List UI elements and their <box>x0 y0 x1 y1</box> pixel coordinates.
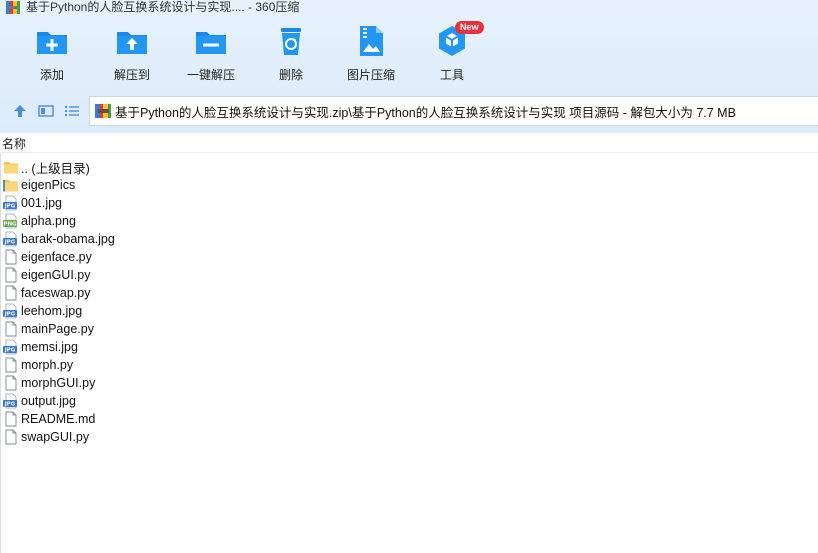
extract-to-label: 解压到 <box>113 68 150 82</box>
add-label: 添加 <box>39 68 64 82</box>
list-item[interactable]: eigenPics <box>0 176 818 194</box>
image-file-icon <box>360 26 383 56</box>
list-item[interactable]: JPG barak-obama.jpg <box>0 230 818 248</box>
list-item-name: README.md <box>21 412 96 426</box>
recycle-bin-icon <box>281 28 301 55</box>
list-item[interactable]: .. (上级目录) <box>0 158 818 176</box>
column-header-name[interactable]: 名称 <box>0 135 818 153</box>
list-item[interactable]: README.md <box>0 410 818 428</box>
address-bar[interactable]: 基于Python的人脸互换系统设计与实现.zip\基于Python的人脸互换系统… <box>89 96 818 126</box>
svg-text:JPG: JPG <box>4 312 16 318</box>
list-item[interactable]: eigenface.py <box>0 248 818 266</box>
folder-icon <box>3 180 18 192</box>
list-item[interactable]: JPG output.jpg <box>0 392 818 410</box>
list-item-name: eigenGUI.py <box>21 268 91 282</box>
new-badge: New <box>455 21 484 34</box>
tools-button[interactable]: New 工具 <box>412 21 492 83</box>
list-item-name: output.jpg <box>21 394 76 408</box>
delete-label: 删除 <box>278 68 303 82</box>
svg-text:JPG: JPG <box>4 204 16 210</box>
list-item-name: mainPage.py <box>21 322 94 336</box>
extract-folder-icon <box>117 32 147 54</box>
extract-to-button[interactable]: 解压到 <box>92 24 172 83</box>
file-list: .. (上级目录) eigenPics JPG 001.jpg PNG alpha.png… <box>0 158 818 446</box>
list-item-name: morph.py <box>21 358 74 372</box>
jpg-file-icon: JPG <box>3 393 17 409</box>
jpg-file-icon: JPG <box>3 195 17 211</box>
window-title: 基于Python的人脸互换系统设计与实现.... - 360压缩 <box>26 0 300 14</box>
list-item[interactable]: morph.py <box>0 356 818 374</box>
list-item-name: memsi.jpg <box>21 340 78 354</box>
column-header-label: 名称 <box>2 137 27 151</box>
one-click-extract-label: 一键解压 <box>186 68 235 82</box>
parent-folder-icon <box>4 162 18 174</box>
list-item-name: 001.jpg <box>21 196 63 210</box>
tools-label: 工具 <box>439 68 464 82</box>
list-item-name: eigenPics <box>21 178 76 192</box>
list-item[interactable]: swapGUI.py <box>0 428 818 446</box>
toolbar: 添加 解压到 一键解压 删除 图片压缩 New 工具 <box>0 21 818 88</box>
svg-text:JPG: JPG <box>4 240 16 246</box>
list-item-name: barak-obama.jpg <box>21 232 115 246</box>
svg-text:JPG: JPG <box>4 348 16 354</box>
list-item-name: leehom.jpg <box>21 304 83 318</box>
address-path: 基于Python的人脸互换系统设计与实现.zip\基于Python的人脸互换系统… <box>115 105 736 120</box>
jpg-file-icon: JPG <box>3 339 17 355</box>
list-item[interactable]: eigenGUI.py <box>0 266 818 284</box>
jpg-file-icon: JPG <box>3 231 17 247</box>
png-file-icon: PNG <box>3 213 17 229</box>
list-item[interactable]: faceswap.py <box>0 284 818 302</box>
document-file-icon <box>5 411 17 427</box>
add-folder-icon <box>37 32 67 54</box>
add-button[interactable]: 添加 <box>12 24 92 83</box>
zip-archive-icon <box>95 104 111 118</box>
one-click-extract-button[interactable]: 一键解压 <box>171 24 251 83</box>
svg-text:JPG: JPG <box>4 402 16 408</box>
document-file-icon <box>5 321 17 337</box>
list-item[interactable]: morphGUI.py <box>0 374 818 392</box>
address-row: 基于Python的人脸互换系统设计与实现.zip\基于Python的人脸互换系统… <box>0 96 818 126</box>
document-file-icon <box>5 285 17 301</box>
list-item-name: .. (上级目录) <box>21 161 90 176</box>
title-bar: 基于Python的人脸互换系统设计与实现.... - 360压缩 <box>0 0 818 14</box>
document-file-icon <box>5 249 17 265</box>
list-view-icon[interactable] <box>64 104 80 118</box>
list-item-name: faceswap.py <box>21 286 91 300</box>
document-file-icon <box>5 267 17 283</box>
delete-button[interactable]: 删除 <box>251 24 331 83</box>
up-arrow-icon[interactable] <box>12 104 28 118</box>
list-item-name: morphGUI.py <box>21 376 96 390</box>
document-file-icon <box>5 357 17 373</box>
document-file-icon <box>5 375 17 391</box>
list-item[interactable]: mainPage.py <box>0 320 818 338</box>
list-item-name: eigenface.py <box>21 250 92 264</box>
list-item[interactable]: PNG alpha.png <box>0 212 818 230</box>
detail-view-icon[interactable] <box>38 104 54 118</box>
image-compress-button[interactable]: 图片压缩 <box>331 24 411 83</box>
list-item[interactable]: JPG leehom.jpg <box>0 302 818 320</box>
list-item-name: alpha.png <box>21 214 76 228</box>
jpg-file-icon: JPG <box>3 303 17 319</box>
list-item-name: swapGUI.py <box>21 430 90 444</box>
zip-app-icon <box>6 0 20 14</box>
svg-text:PNG: PNG <box>3 222 17 228</box>
document-file-icon <box>5 429 17 445</box>
list-item[interactable]: JPG memsi.jpg <box>0 338 818 356</box>
image-compress-label: 图片压缩 <box>346 68 395 82</box>
list-item[interactable]: JPG 001.jpg <box>0 194 818 212</box>
one-click-folder-icon <box>196 32 226 54</box>
